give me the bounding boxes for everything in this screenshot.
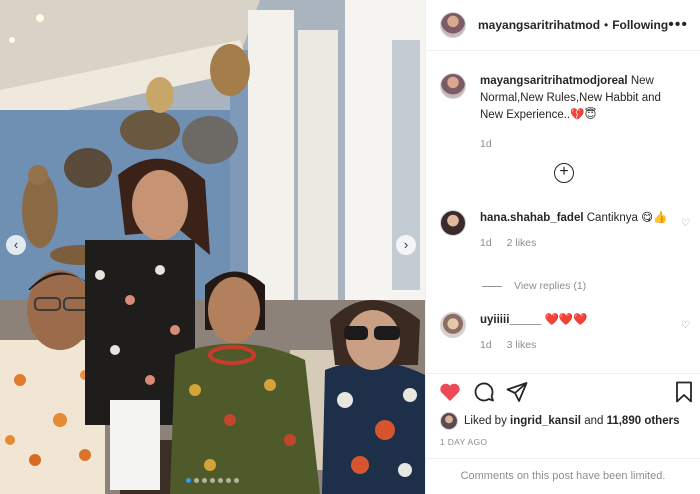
commenter-avatar[interactable]: [440, 210, 466, 236]
comment-username[interactable]: uyiiiii_____: [480, 314, 541, 326]
replies-line: [482, 285, 502, 287]
header-separator: •: [603, 18, 609, 32]
liker-username[interactable]: ingrid_kansil: [510, 415, 581, 427]
post-time: 1 DAY AGO: [440, 437, 488, 447]
caption-avatar[interactable]: [440, 73, 466, 99]
likes-and: and: [584, 415, 604, 427]
post-actions: Liked by ingrid_kansil and 11,890 others…: [426, 373, 700, 494]
post-photo[interactable]: ‹ ›: [0, 0, 425, 494]
owner-username[interactable]: mayangsaritrihatmodjc: [478, 18, 600, 32]
carousel-dot: [194, 478, 199, 483]
add-circle-icon[interactable]: +: [554, 163, 574, 183]
photo-illustration: [0, 0, 425, 494]
comment-heart-icon[interactable]: ♡: [681, 218, 690, 229]
comment-text: Cantiknya 😋👍: [586, 212, 668, 224]
comments-limited-notice: Comments on this post have been limited.: [426, 458, 700, 494]
like-heart-icon[interactable]: [438, 380, 462, 404]
comment-time: 1d: [480, 339, 492, 351]
share-icon[interactable]: [505, 380, 529, 404]
carousel-dots: [186, 478, 239, 483]
carousel-dot: [210, 478, 215, 483]
post-header: mayangsaritrihatmodjc • Following •••: [426, 0, 700, 51]
post-panel: mayangsaritrihatmodjc • Following ••• ma…: [425, 0, 700, 494]
comment-likes[interactable]: 3 likes: [507, 339, 537, 351]
comment-icon[interactable]: [472, 380, 496, 404]
caption-time: 1d: [480, 138, 492, 150]
comment-text: ❤️❤️❤️: [544, 314, 588, 326]
comment-item: uyiiiii_____ ❤️❤️❤️ 1d 3 likes ♡: [440, 312, 692, 354]
view-replies-label: View replies (1): [514, 280, 587, 292]
next-photo-button[interactable]: ›: [396, 235, 416, 255]
likes-summary: Liked by ingrid_kansil and 11,890 others: [440, 412, 679, 430]
caption-username[interactable]: mayangsaritrihatmodjoreal: [480, 75, 628, 87]
commenter-avatar[interactable]: [440, 312, 466, 338]
comment-likes[interactable]: 2 likes: [507, 237, 537, 249]
liker-avatar[interactable]: [440, 412, 458, 430]
more-icon[interactable]: •••: [668, 16, 688, 34]
view-replies-button[interactable]: View replies (1): [482, 280, 586, 292]
comment-time: 1d: [480, 237, 492, 249]
carousel-dot: [226, 478, 231, 483]
carousel-dot: [234, 478, 239, 483]
bookmark-icon[interactable]: [672, 380, 696, 404]
comment-username[interactable]: hana.shahab_fadel: [480, 212, 584, 224]
carousel-dot: [218, 478, 223, 483]
likes-prefix: Liked by: [464, 415, 507, 427]
carousel-dot: [202, 478, 207, 483]
likes-count[interactable]: 11,890 others: [607, 415, 680, 427]
carousel-dot: [186, 478, 191, 483]
post-caption: mayangsaritrihatmodjoreal New Normal,New…: [426, 51, 700, 153]
comment-heart-icon[interactable]: ♡: [681, 320, 690, 331]
owner-avatar[interactable]: [440, 12, 466, 38]
previous-photo-button[interactable]: ‹: [6, 235, 26, 255]
following-button[interactable]: Following: [612, 18, 668, 32]
comment-item: hana.shahab_fadel Cantiknya 😋👍 1d 2 like…: [440, 210, 692, 252]
